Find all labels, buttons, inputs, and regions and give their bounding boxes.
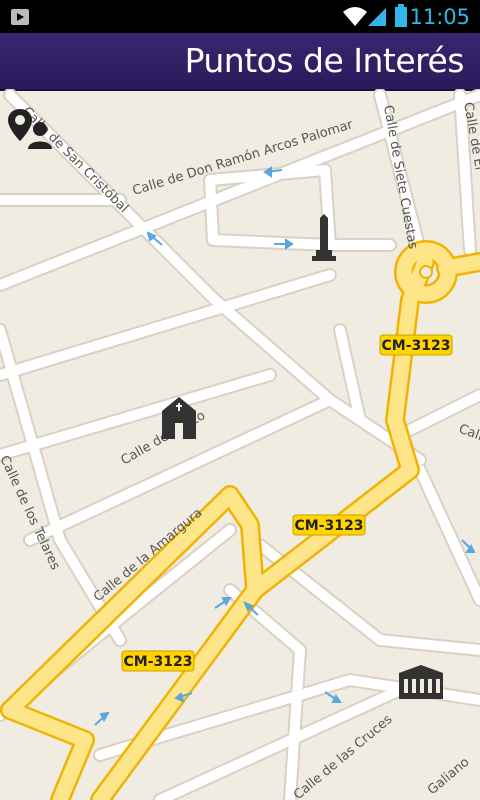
map-canvas[interactable]: Calle de San Cristóbal Calle de Don Ramó… bbox=[0, 89, 480, 800]
wifi-icon bbox=[342, 5, 368, 32]
street-label-cruces: Calle de las Cruces bbox=[291, 712, 396, 800]
street-label-galiano: Galiano bbox=[425, 755, 473, 798]
poi-location-button[interactable] bbox=[6, 107, 54, 151]
battery-icon bbox=[394, 4, 408, 33]
play-store-icon bbox=[10, 6, 30, 26]
poi-location-icon bbox=[8, 109, 52, 149]
route-shield: CM-3123 bbox=[379, 334, 453, 356]
svg-text:CM-3123: CM-3123 bbox=[295, 518, 364, 534]
street-label-calle: Calle bbox=[457, 422, 480, 447]
status-bar: 11:05 bbox=[0, 0, 480, 33]
town-hall-icon[interactable] bbox=[399, 665, 443, 699]
route-shield: CM-3123 bbox=[121, 650, 195, 672]
svg-text:CM-3123: CM-3123 bbox=[124, 654, 193, 670]
app-bar: Puntos de Interés bbox=[0, 33, 480, 91]
signal-icon bbox=[366, 5, 388, 32]
page-title: Puntos de Interés bbox=[184, 41, 465, 80]
clock: 11:05 bbox=[409, 5, 470, 29]
map-view[interactable]: Calle de San Cristóbal Calle de Don Ramó… bbox=[0, 89, 480, 800]
route-shield: CM-3123 bbox=[292, 514, 366, 536]
svg-text:CM-3123: CM-3123 bbox=[382, 338, 451, 354]
